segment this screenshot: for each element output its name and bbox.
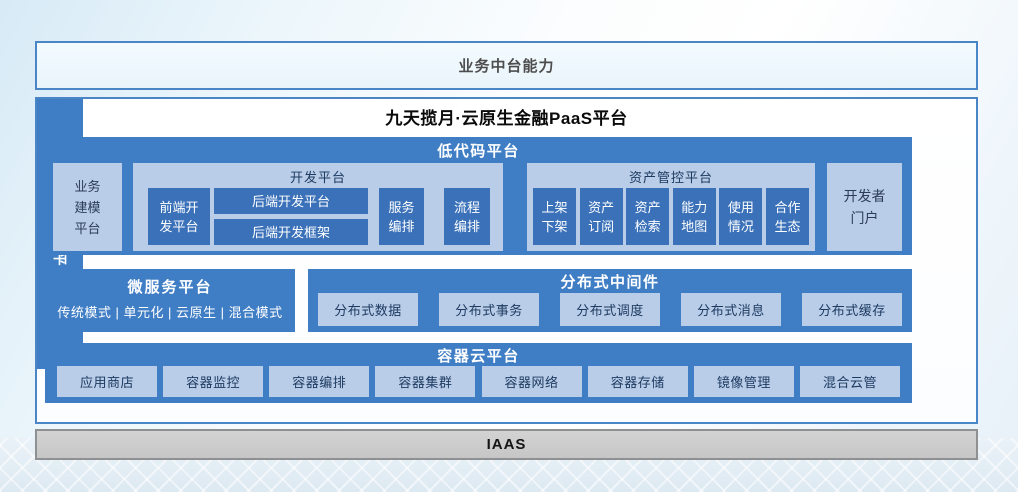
business-modeling-box: 业务 建模 平台 [53, 163, 122, 251]
container-box-network: 容器网络 [482, 366, 582, 397]
frontend-dev-line: 发平台 [159, 217, 198, 236]
dev-platform-panel: 开发平台 前端开 发平台 后端开发平台 后端开发框架 服务 编排 流程 编排 [133, 163, 503, 251]
middleware-box-scheduling: 分布式调度 [560, 293, 660, 326]
middleware-title: 分布式中间件 [308, 271, 912, 292]
capability-banner-label: 业务中台能力 [458, 55, 554, 76]
container-box-image-mgmt: 镜像管理 [694, 366, 794, 397]
backend-dev-platform-box: 后端开发平台 [214, 188, 368, 214]
asset-box-line: 情况 [728, 217, 754, 236]
business-modeling-line: 业务 [74, 176, 100, 197]
asset-control-title: 资产管控平台 [527, 167, 815, 186]
asset-box-line: 资产 [588, 198, 614, 217]
container-box-app-store: 应用商店 [57, 366, 157, 397]
microservice-platform-title: 微服务平台 [45, 276, 295, 297]
container-box-cluster: 容器集群 [375, 366, 475, 397]
asset-box-line: 资产 [635, 198, 661, 217]
iaas-label: IAAS [487, 436, 527, 453]
low-code-platform-title: 低代码平台 [45, 140, 912, 161]
middleware-box-cache: 分布式缓存 [802, 293, 902, 326]
asset-box-line: 订阅 [588, 217, 614, 236]
asset-box-line: 使用 [728, 198, 754, 217]
middleware-section: 分布式中间件 分布式数据 分布式事务 分布式调度 分布式消息 分布式缓存 [308, 269, 912, 332]
service-orchestration-line: 编排 [388, 217, 414, 236]
platform-title: 九天揽月·云原生金融PaaS平台 [37, 104, 976, 129]
microservice-modes: 传统模式 | 单元化 | 云原生 | 混合模式 [45, 302, 295, 321]
service-orchestration-line: 服务 [388, 198, 414, 217]
developer-portal-box: 开发者 门户 [827, 163, 902, 251]
dev-platform-title: 开发平台 [133, 167, 503, 186]
asset-box-search: 资产 检索 [626, 188, 669, 245]
developer-portal-line: 开发者 [844, 185, 886, 207]
asset-box-listing: 上架 下架 [533, 188, 576, 245]
process-orchestration-line: 编排 [454, 217, 480, 236]
iaas-bar: IAAS [35, 429, 978, 460]
middleware-box-data: 分布式数据 [318, 293, 418, 326]
asset-box-usage: 使用 情况 [719, 188, 762, 245]
asset-box-row: 上架 下架 资产 订阅 资产 检索 能力 地图 使用 情况 [533, 188, 809, 245]
middleware-box-row: 分布式数据 分布式事务 分布式调度 分布式消息 分布式缓存 [318, 293, 902, 326]
container-box-hybrid-cloud: 混合云管 [800, 366, 900, 397]
business-modeling-line: 平台 [74, 218, 100, 239]
microservice-platform-section: 微服务平台 传统模式 | 单元化 | 云原生 | 混合模式 [45, 269, 295, 332]
process-orchestration-box: 流程 编排 [444, 188, 490, 245]
container-box-monitoring: 容器监控 [163, 366, 263, 397]
container-box-row: 应用商店 容器监控 容器编排 容器集群 容器网络 容器存储 镜像管理 混合云管 [57, 366, 900, 397]
capability-banner: 业务中台能力 [35, 41, 978, 90]
frontend-dev-line: 前端开 [159, 198, 198, 217]
middleware-box-transaction: 分布式事务 [439, 293, 539, 326]
container-cloud-title: 容器云平台 [45, 345, 912, 366]
asset-box-capability-map: 能力 地图 [673, 188, 716, 245]
asset-box-ecosystem: 合作 生态 [766, 188, 809, 245]
developer-portal-line: 门户 [851, 207, 879, 229]
asset-box-line: 地图 [681, 217, 707, 236]
asset-box-line: 能力 [681, 198, 707, 217]
container-box-orchestration: 容器编排 [269, 366, 369, 397]
backend-dev-framework-box: 后端开发框架 [214, 219, 368, 245]
asset-box-line: 生态 [774, 217, 800, 236]
paas-platform-container: 九天揽月·云原生金融PaaS平台 低代码平台 业务 建模 平台 开发平台 前端开… [35, 97, 978, 424]
container-box-storage: 容器存储 [588, 366, 688, 397]
asset-control-panel: 资产管控平台 上架 下架 资产 订阅 资产 检索 能力 地图 [527, 163, 815, 251]
process-orchestration-line: 流程 [454, 198, 480, 217]
low-code-platform-section: 低代码平台 业务 建模 平台 开发平台 前端开 发平台 后端开发平台 后端开发框… [45, 137, 912, 255]
frontend-dev-box: 前端开 发平台 [148, 188, 210, 245]
middleware-box-messaging: 分布式消息 [681, 293, 781, 326]
asset-box-line: 上架 [541, 198, 567, 217]
business-modeling-line: 建模 [74, 197, 100, 218]
asset-box-subscription: 资产 订阅 [580, 188, 623, 245]
asset-box-line: 检索 [635, 217, 661, 236]
backend-column: 后端开发平台 后端开发框架 [214, 188, 368, 245]
asset-box-line: 下架 [541, 217, 567, 236]
service-orchestration-box: 服务 编排 [379, 188, 424, 245]
asset-box-line: 合作 [774, 198, 800, 217]
container-cloud-section: 容器云平台 应用商店 容器监控 容器编排 容器集群 容器网络 容器存储 镜像管理… [45, 343, 912, 403]
